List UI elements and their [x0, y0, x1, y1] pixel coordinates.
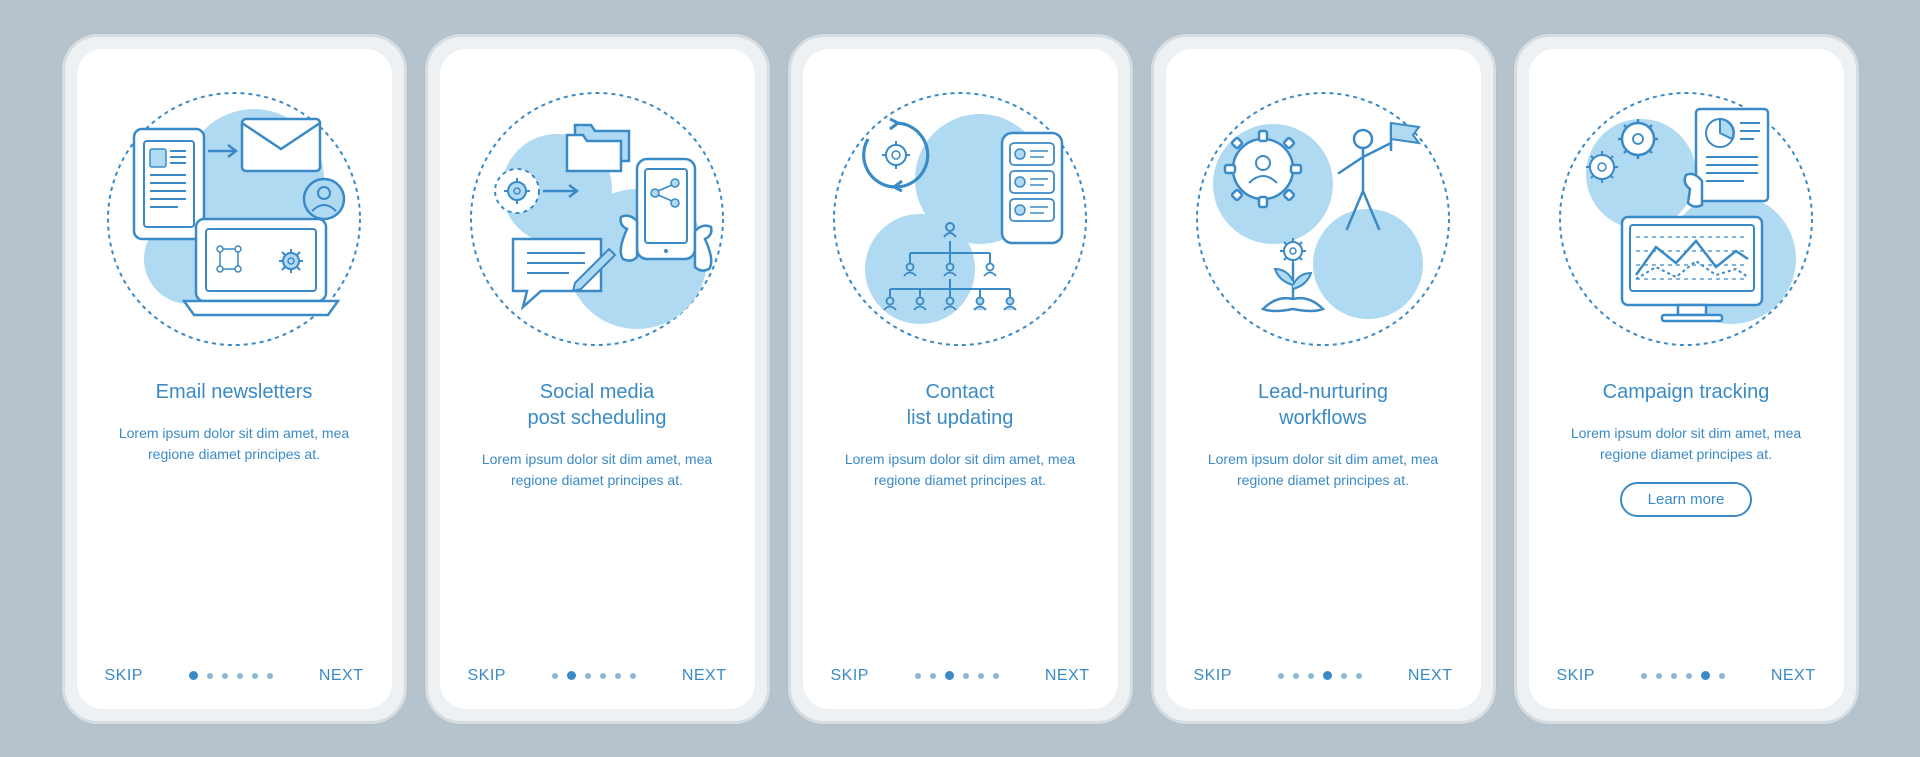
next-button[interactable]: NEXT [1045, 667, 1090, 685]
pagination-dot[interactable] [207, 673, 213, 679]
pagination-dot[interactable] [1671, 673, 1677, 679]
illustration-contact-list [830, 89, 1090, 349]
onboarding-title: Email newsletters [156, 379, 313, 405]
pagination-dots [915, 671, 999, 680]
onboarding-footer: SKIP NEXT [1557, 667, 1816, 685]
illustration-email-newsletters [104, 89, 364, 349]
pagination-dot[interactable] [945, 671, 954, 680]
skip-button[interactable]: SKIP [105, 667, 143, 685]
onboarding-title: Social media post scheduling [528, 379, 667, 431]
illustration-social-media [467, 89, 727, 349]
next-button[interactable]: NEXT [682, 667, 727, 685]
onboarding-body: Lorem ipsum dolor sit dim amet, mea regi… [114, 423, 354, 466]
pagination-dot[interactable] [1701, 671, 1710, 680]
pagination-dot[interactable] [1293, 673, 1299, 679]
next-button[interactable]: NEXT [319, 667, 364, 685]
pagination-dot[interactable] [930, 673, 936, 679]
pagination-dot[interactable] [189, 671, 198, 680]
onboarding-body: Lorem ipsum dolor sit dim amet, mea regi… [477, 449, 717, 492]
skip-button[interactable]: SKIP [831, 667, 869, 685]
pagination-dot[interactable] [567, 671, 576, 680]
pagination-dot[interactable] [252, 673, 258, 679]
onboarding-screen: Social media post scheduling Lorem ipsum… [440, 49, 755, 709]
pagination-dots [1641, 671, 1725, 680]
pagination-dot[interactable] [1641, 673, 1647, 679]
illustration-lead-nurturing [1193, 89, 1453, 349]
onboarding-footer: SKIP NEXT [105, 667, 364, 685]
pagination-dot[interactable] [222, 673, 228, 679]
pagination-dot[interactable] [993, 673, 999, 679]
pagination-dot[interactable] [1656, 673, 1662, 679]
onboarding-screen: Lead-nurturing workflows Lorem ipsum dol… [1166, 49, 1481, 709]
onboarding-title: Campaign tracking [1603, 379, 1770, 405]
skip-button[interactable]: SKIP [468, 667, 506, 685]
onboarding-screen: Email newsletters Lorem ipsum dolor sit … [77, 49, 392, 709]
illustration-campaign-tracking [1556, 89, 1816, 349]
pagination-dot[interactable] [1323, 671, 1332, 680]
pagination-dot[interactable] [978, 673, 984, 679]
next-button[interactable]: NEXT [1771, 667, 1816, 685]
phone-mockup: Lead-nurturing workflows Lorem ipsum dol… [1151, 34, 1496, 724]
pagination-dot[interactable] [552, 673, 558, 679]
pagination-dot[interactable] [1278, 673, 1284, 679]
phone-mockup: Campaign tracking Lorem ipsum dolor sit … [1514, 34, 1859, 724]
onboarding-title: Lead-nurturing workflows [1258, 379, 1388, 431]
pagination-dots [1278, 671, 1362, 680]
onboarding-footer: SKIP NEXT [831, 667, 1090, 685]
onboarding-body: Lorem ipsum dolor sit dim amet, mea regi… [840, 449, 1080, 492]
pagination-dots [552, 671, 636, 680]
learn-more-button[interactable]: Learn more [1620, 482, 1753, 517]
next-button[interactable]: NEXT [1408, 667, 1453, 685]
pagination-dot[interactable] [600, 673, 606, 679]
pagination-dot[interactable] [963, 673, 969, 679]
phone-mockup: Email newsletters Lorem ipsum dolor sit … [62, 34, 407, 724]
phone-mockup: Contact list updating Lorem ipsum dolor … [788, 34, 1133, 724]
skip-button[interactable]: SKIP [1194, 667, 1232, 685]
phone-mockup: Social media post scheduling Lorem ipsum… [425, 34, 770, 724]
skip-button[interactable]: SKIP [1557, 667, 1595, 685]
onboarding-title: Contact list updating [907, 379, 1014, 431]
pagination-dot[interactable] [237, 673, 243, 679]
pagination-dots [189, 671, 273, 680]
onboarding-body: Lorem ipsum dolor sit dim amet, mea regi… [1203, 449, 1443, 492]
pagination-dot[interactable] [585, 673, 591, 679]
pagination-dot[interactable] [1341, 673, 1347, 679]
pagination-dot[interactable] [1356, 673, 1362, 679]
pagination-dot[interactable] [915, 673, 921, 679]
onboarding-screen: Campaign tracking Lorem ipsum dolor sit … [1529, 49, 1844, 709]
pagination-dot[interactable] [630, 673, 636, 679]
onboarding-footer: SKIP NEXT [468, 667, 727, 685]
onboarding-footer: SKIP NEXT [1194, 667, 1453, 685]
pagination-dot[interactable] [1719, 673, 1725, 679]
pagination-dot[interactable] [615, 673, 621, 679]
pagination-dot[interactable] [1686, 673, 1692, 679]
onboarding-body: Lorem ipsum dolor sit dim amet, mea regi… [1566, 423, 1806, 466]
pagination-dot[interactable] [1308, 673, 1314, 679]
pagination-dot[interactable] [267, 673, 273, 679]
onboarding-screen: Contact list updating Lorem ipsum dolor … [803, 49, 1118, 709]
